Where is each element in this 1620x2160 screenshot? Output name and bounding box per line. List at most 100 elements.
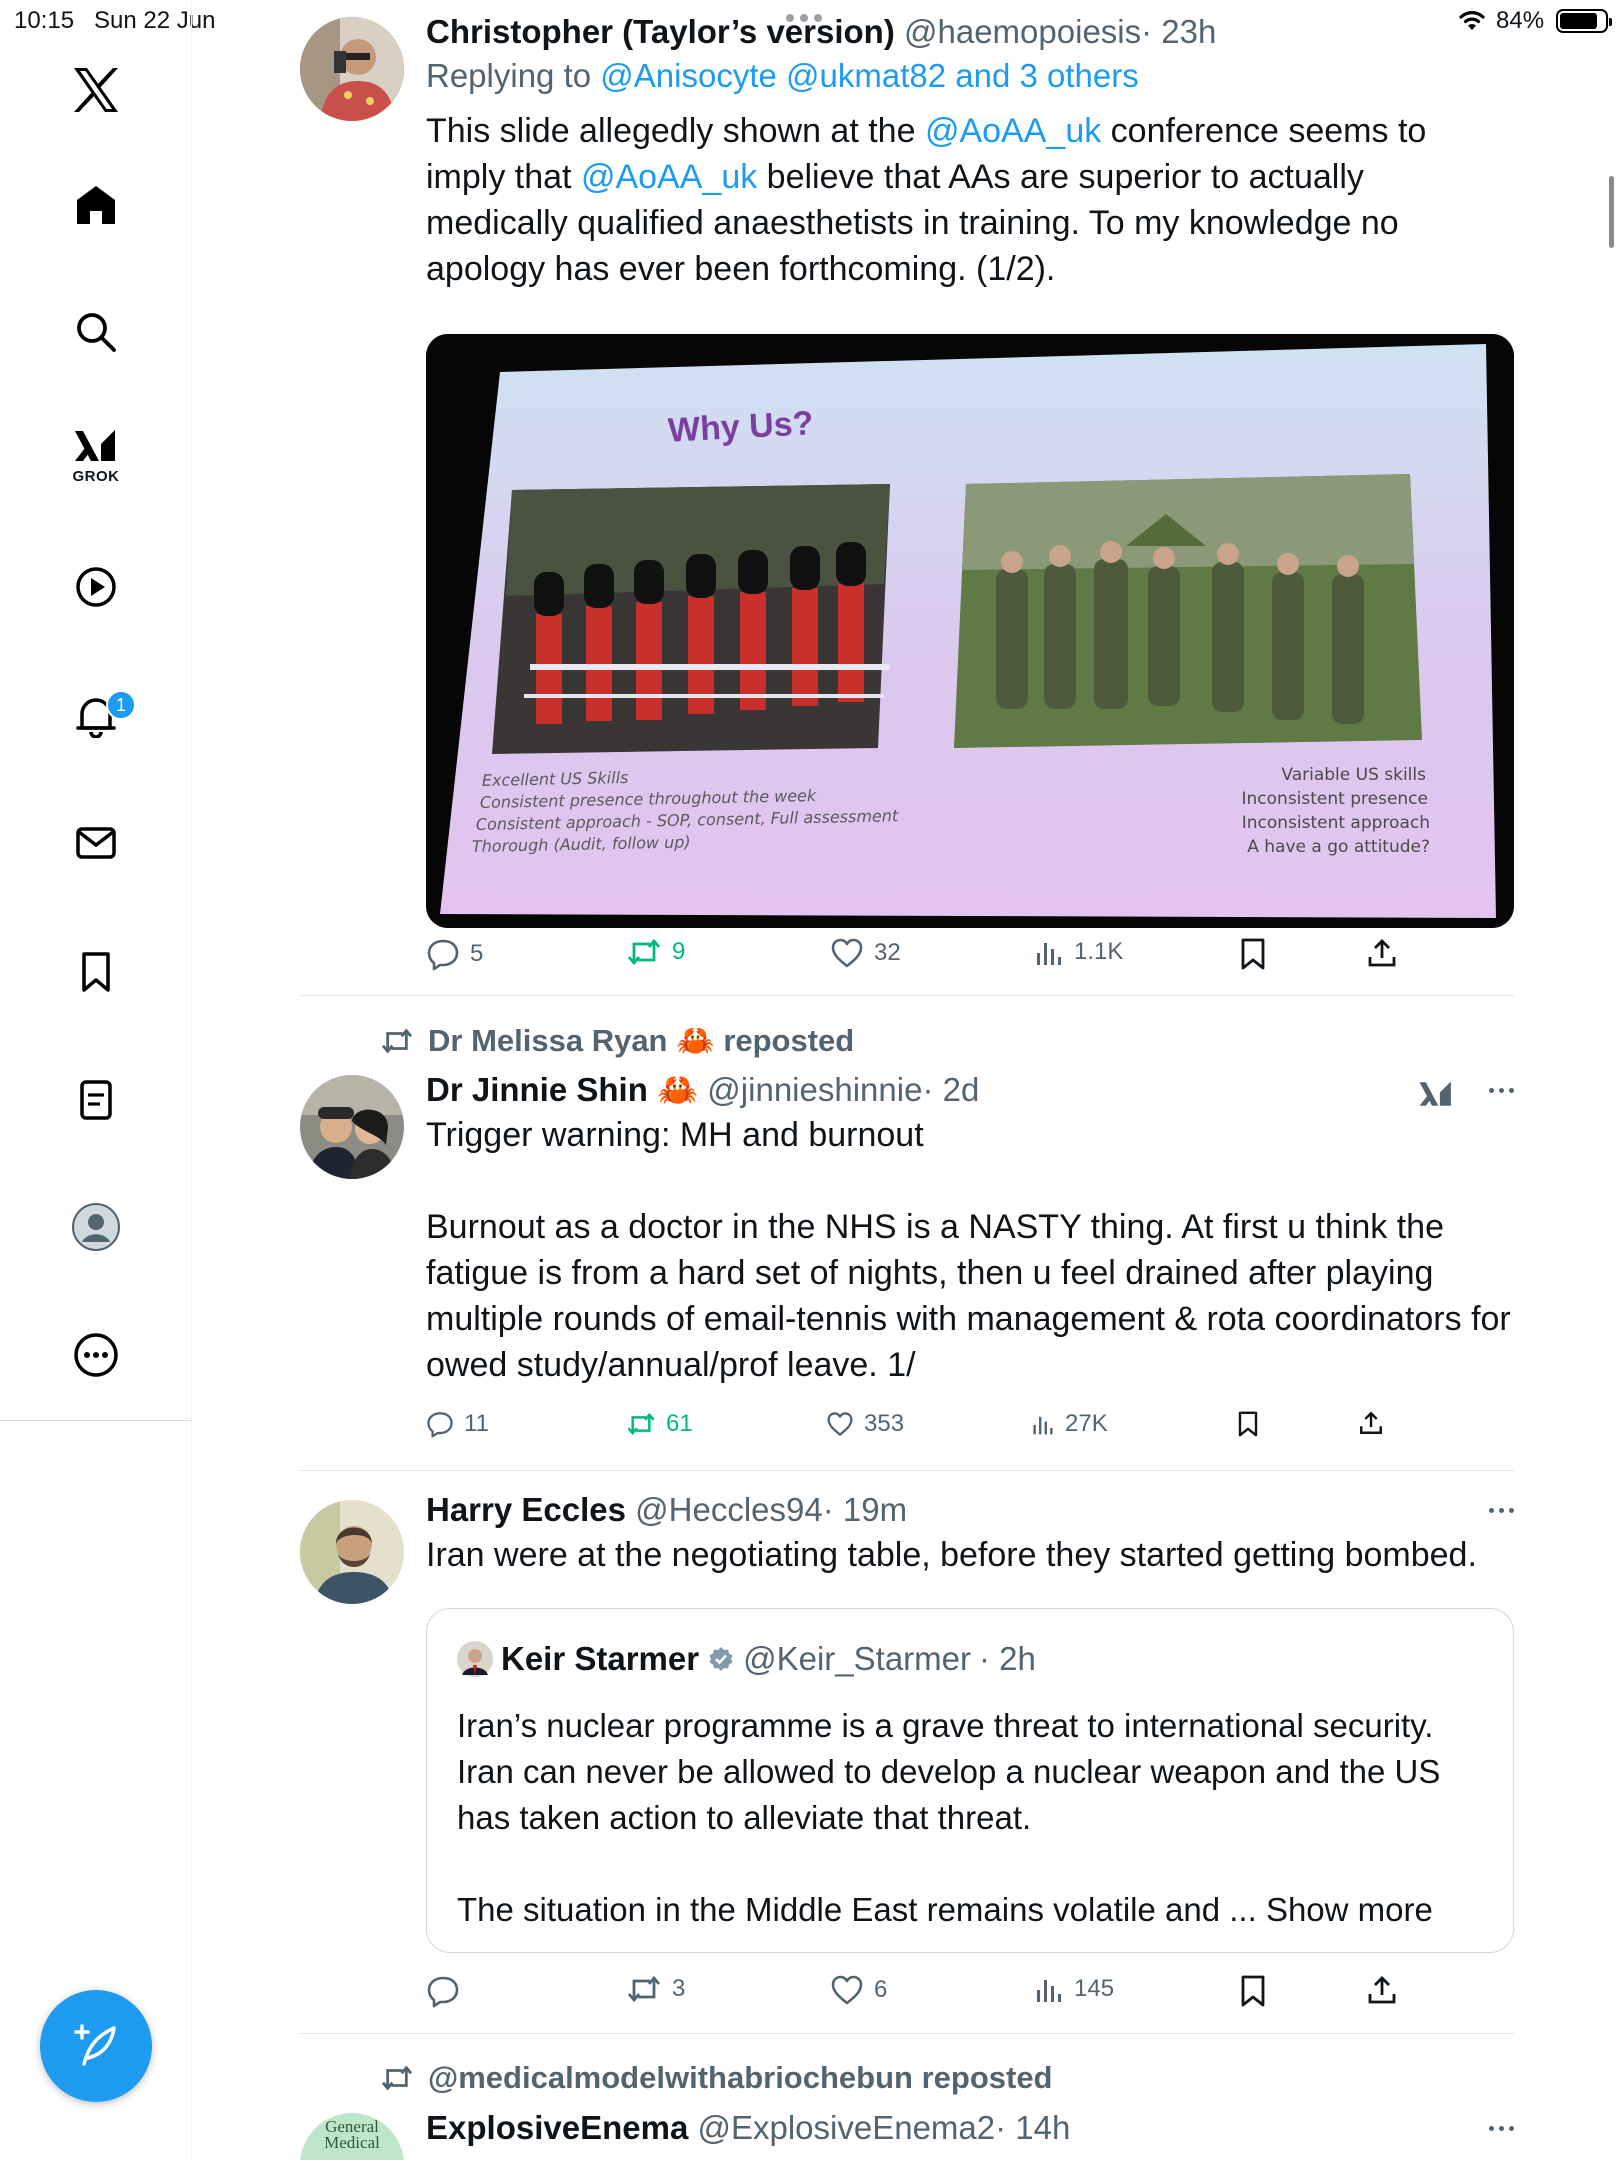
repost-button[interactable]: 9 xyxy=(626,937,685,967)
feather-plus-icon xyxy=(74,2024,116,2066)
repost-icon xyxy=(627,1412,655,1436)
reply-button[interactable] xyxy=(426,1974,470,2008)
video-play-icon[interactable] xyxy=(66,557,126,617)
tweet-header: Christopher (Taylor’s version) @haemopoi… xyxy=(426,12,1514,52)
reply-icon xyxy=(427,1412,453,1438)
tweet-text-body: Burnout as a doctor in the NHS is a NAST… xyxy=(426,1208,1511,1384)
messages-envelope-icon[interactable] xyxy=(66,813,126,873)
author-name[interactable]: Dr Jinnie Shin 🦀 xyxy=(426,1071,698,1108)
tweet-jinnie-shin[interactable]: Dr Melissa Ryan 🦀 reposted Dr Jinnie Shi… xyxy=(300,1020,1514,1460)
bookmark-button[interactable] xyxy=(1236,1410,1260,1438)
tweet-time[interactable]: · 23h xyxy=(1141,13,1216,50)
repost-count: 61 xyxy=(666,1410,693,1437)
tweet-divider xyxy=(300,995,1514,996)
author-handle[interactable]: @Heccles94 xyxy=(635,1491,823,1528)
reply-button[interactable]: 5 xyxy=(426,937,483,971)
replying-to-handles[interactable]: @Anisocyte @ukmat82 and 3 others xyxy=(600,57,1138,94)
lists-icon[interactable] xyxy=(66,1070,126,1130)
reply-button[interactable]: 11 xyxy=(426,1410,489,1438)
bookmark-icon xyxy=(1241,1975,1265,2007)
avatar[interactable]: General Medical xyxy=(300,2113,404,2160)
x-logo-icon[interactable] xyxy=(66,60,126,120)
bookmark-button[interactable] xyxy=(1238,1974,1268,2008)
search-icon[interactable] xyxy=(66,302,126,362)
author-handle[interactable]: @jinnieshinnie xyxy=(707,1071,922,1108)
scrollbar[interactable] xyxy=(1609,176,1614,248)
bookmark-icon xyxy=(1238,1411,1258,1437)
more-options-icon[interactable] xyxy=(1489,1088,1514,1093)
more-options-icon[interactable] xyxy=(1489,2126,1514,2131)
slide-right-line-4: A have a go attitude? xyxy=(1247,837,1430,857)
quoted-avatar[interactable] xyxy=(457,1641,493,1677)
grok-explain-icon[interactable] xyxy=(1418,1078,1454,1110)
share-button[interactable] xyxy=(1366,1974,1398,2006)
more-options-circle-icon[interactable] xyxy=(66,1325,126,1385)
like-button[interactable]: 6 xyxy=(830,1974,887,2006)
tweet-christopher[interactable]: Christopher (Taylor’s version) @haemopoi… xyxy=(300,12,1514,972)
mention-aoaa[interactable]: @AoAA_uk xyxy=(925,112,1101,150)
tweet-time[interactable]: · 2d xyxy=(922,1071,979,1108)
author-name[interactable]: ExplosiveEnema xyxy=(426,2109,688,2146)
share-button[interactable] xyxy=(1366,937,1398,969)
home-icon[interactable] xyxy=(66,175,126,235)
author-handle[interactable]: @ExplosiveEnema2 xyxy=(697,2109,995,2146)
views-button[interactable]: 1.1K xyxy=(1034,937,1123,967)
view-count: 27K xyxy=(1065,1410,1108,1437)
sidebar: GROK 1 xyxy=(0,0,192,2160)
like-button[interactable]: 353 xyxy=(826,1410,904,1438)
reply-icon xyxy=(427,939,459,971)
reposted-by[interactable]: Dr Melissa Ryan 🦀 reposted xyxy=(380,1022,854,1059)
views-button[interactable]: 145 xyxy=(1034,1974,1114,2004)
repost-button[interactable]: 3 xyxy=(626,1974,685,2004)
replying-to: Replying to @Anisocyte @ukmat82 and 3 ot… xyxy=(426,57,1139,94)
reply-count: 11 xyxy=(464,1410,489,1437)
repost-icon xyxy=(627,938,661,966)
avatar[interactable] xyxy=(300,17,404,121)
repost-icon xyxy=(381,2065,413,2091)
avatar[interactable] xyxy=(300,1500,404,1604)
tweet-harry-eccles[interactable]: Harry Eccles @Heccles94· 19m Iran were a… xyxy=(300,1490,1514,2020)
like-button[interactable]: 32 xyxy=(830,937,901,969)
tweet-time[interactable]: · 14h xyxy=(995,2109,1070,2146)
views-button[interactable]: 27K xyxy=(1031,1410,1108,1438)
quoted-tweet[interactable]: Keir Starmer @Keir_Starmer · 2h Iran’s nu… xyxy=(426,1608,1514,1953)
author-handle[interactable]: @haemopoiesis xyxy=(904,13,1141,50)
quoted-tweet-text: Iran’s nuclear programme is a grave thre… xyxy=(457,1707,1441,1928)
quoted-author-handle[interactable]: @Keir_Starmer xyxy=(743,1639,971,1679)
slide-right-line-2: Inconsistent presence xyxy=(1242,789,1428,809)
show-more-link[interactable]: Show more xyxy=(1266,1891,1433,1928)
share-icon xyxy=(1368,1976,1396,2004)
repost-button[interactable]: 61 xyxy=(626,1410,693,1438)
profile-avatar-icon[interactable] xyxy=(66,1197,126,1257)
tweet-actions: 3 6 145 xyxy=(426,1974,1426,2014)
grok-icon[interactable]: GROK xyxy=(66,425,126,485)
quoted-tweet-time[interactable]: · 2h xyxy=(979,1639,1036,1679)
avatar[interactable] xyxy=(300,1075,404,1179)
tweet-time[interactable]: · 19m xyxy=(823,1491,907,1528)
tweet-text-line-1: Trigger warning: MH and burnout xyxy=(426,1116,924,1154)
notification-badge: 1 xyxy=(106,690,136,720)
reply-icon xyxy=(427,1976,459,2008)
share-button[interactable] xyxy=(1358,1410,1384,1436)
tweet-explosive-enema[interactable]: @medicalmodelwithabriochebun reposted Ge… xyxy=(300,2058,1514,2160)
slide-right-line-1: Variable US skills xyxy=(1281,765,1426,785)
compose-post-button[interactable] xyxy=(40,1990,152,2102)
more-options-icon[interactable] xyxy=(1489,1508,1514,1513)
bookmark-icon xyxy=(1241,938,1265,970)
mention-aoaa[interactable]: @AoAA_uk xyxy=(581,158,757,196)
notifications-bell-icon[interactable]: 1 xyxy=(66,686,136,746)
author-name[interactable]: Harry Eccles xyxy=(426,1491,626,1528)
tweet-actions: 11 61 353 27K xyxy=(426,1410,1426,1450)
avatar-text: General Medical xyxy=(324,2117,380,2152)
bookmarks-icon[interactable] xyxy=(66,942,126,1002)
tweet-actions: 5 9 32 1.1K xyxy=(426,937,1426,977)
bookmark-button[interactable] xyxy=(1238,937,1268,971)
tweet-image-slide[interactable]: Excellent US Skills Consistent presence … xyxy=(426,334,1514,928)
quoted-tweet-header: Keir Starmer @Keir_Starmer · 2h xyxy=(457,1639,1036,1679)
reposted-by[interactable]: @medicalmodelwithabriochebun reposted xyxy=(380,2060,1053,2096)
repost-icon xyxy=(381,1028,413,1053)
quoted-author-name[interactable]: Keir Starmer xyxy=(501,1639,699,1679)
heart-icon xyxy=(827,1412,853,1436)
views-chart-icon xyxy=(1037,943,1061,965)
author-name[interactable]: Christopher (Taylor’s version) xyxy=(426,13,895,50)
